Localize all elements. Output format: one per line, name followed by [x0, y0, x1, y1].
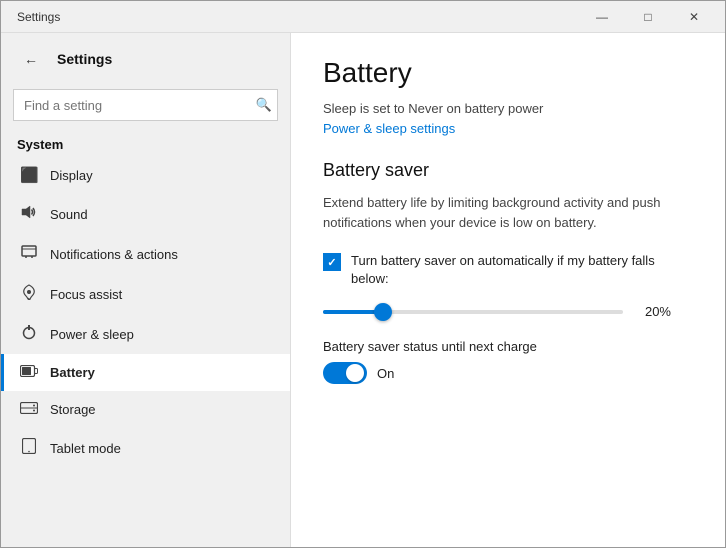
- settings-window: Settings — □ ✕ ← Settings 🔍 System ⬛ Dis…: [0, 0, 726, 548]
- system-section-label: System: [1, 129, 290, 156]
- sidebar-item-notifications[interactable]: Notifications & actions: [1, 234, 290, 274]
- search-box: 🔍: [13, 89, 278, 121]
- sidebar-item-label-notifications: Notifications & actions: [50, 247, 178, 262]
- sidebar-item-label-sound: Sound: [50, 207, 88, 222]
- sidebar-item-label-storage: Storage: [50, 402, 96, 417]
- display-icon: ⬛: [20, 166, 38, 184]
- page-title: Battery: [323, 57, 693, 89]
- toggle-status-label: On: [377, 366, 394, 381]
- tablet-icon: [20, 438, 38, 458]
- titlebar-controls: — □ ✕: [579, 1, 717, 33]
- content-area: ← Settings 🔍 System ⬛ Display: [1, 33, 725, 547]
- sidebar: ← Settings 🔍 System ⬛ Display: [1, 33, 291, 547]
- close-button[interactable]: ✕: [671, 1, 717, 33]
- power-icon: [20, 324, 38, 344]
- titlebar-title: Settings: [17, 10, 579, 24]
- checkbox-label-text: Turn battery saver on automatically if m…: [351, 252, 693, 288]
- slider-value-label: 20%: [635, 304, 671, 319]
- battery-saver-status-label: Battery saver status until next charge: [323, 339, 693, 354]
- sidebar-item-power[interactable]: Power & sleep: [1, 314, 290, 354]
- sidebar-item-sound[interactable]: Sound: [1, 194, 290, 234]
- sidebar-item-tablet[interactable]: Tablet mode: [1, 428, 290, 468]
- battery-threshold-slider[interactable]: [323, 310, 623, 314]
- slider-thumb: [374, 303, 392, 321]
- sidebar-item-display[interactable]: ⬛ Display: [1, 156, 290, 194]
- sidebar-item-label-tablet: Tablet mode: [50, 441, 121, 456]
- sidebar-item-label-battery: Battery: [50, 365, 95, 380]
- sleep-status-text: Sleep is set to Never on battery power: [323, 101, 693, 116]
- back-button[interactable]: ←: [17, 45, 45, 73]
- power-sleep-link[interactable]: Power & sleep settings: [323, 121, 455, 136]
- main-content: Battery Sleep is set to Never on battery…: [291, 33, 725, 547]
- battery-saver-description: Extend battery life by limiting backgrou…: [323, 193, 693, 232]
- minimize-button[interactable]: —: [579, 1, 625, 33]
- search-input[interactable]: [13, 89, 278, 121]
- titlebar: Settings — □ ✕: [1, 1, 725, 33]
- toggle-thumb: [346, 364, 364, 382]
- notifications-icon: [20, 244, 38, 264]
- sidebar-header-title: Settings: [57, 51, 112, 67]
- sidebar-item-storage[interactable]: Storage: [1, 391, 290, 428]
- battery-saver-title: Battery saver: [323, 160, 693, 181]
- storage-icon: [20, 401, 38, 418]
- battery-icon: [20, 364, 38, 381]
- auto-battery-checkbox[interactable]: [323, 253, 341, 271]
- focus-icon: [20, 284, 38, 304]
- sidebar-header: ← Settings: [1, 33, 290, 85]
- battery-saver-toggle[interactable]: [323, 362, 367, 384]
- maximize-button[interactable]: □: [625, 1, 671, 33]
- battery-threshold-slider-row: 20%: [323, 304, 693, 319]
- sidebar-item-label-display: Display: [50, 168, 93, 183]
- sidebar-item-label-focus: Focus assist: [50, 287, 122, 302]
- sidebar-item-label-power: Power & sleep: [50, 327, 134, 342]
- sidebar-item-focus[interactable]: Focus assist: [1, 274, 290, 314]
- sidebar-item-battery[interactable]: Battery: [1, 354, 290, 391]
- sound-icon: [20, 204, 38, 224]
- auto-battery-saver-row: Turn battery saver on automatically if m…: [323, 252, 693, 288]
- battery-saver-toggle-row: On: [323, 362, 693, 384]
- search-icon[interactable]: 🔍: [256, 97, 272, 113]
